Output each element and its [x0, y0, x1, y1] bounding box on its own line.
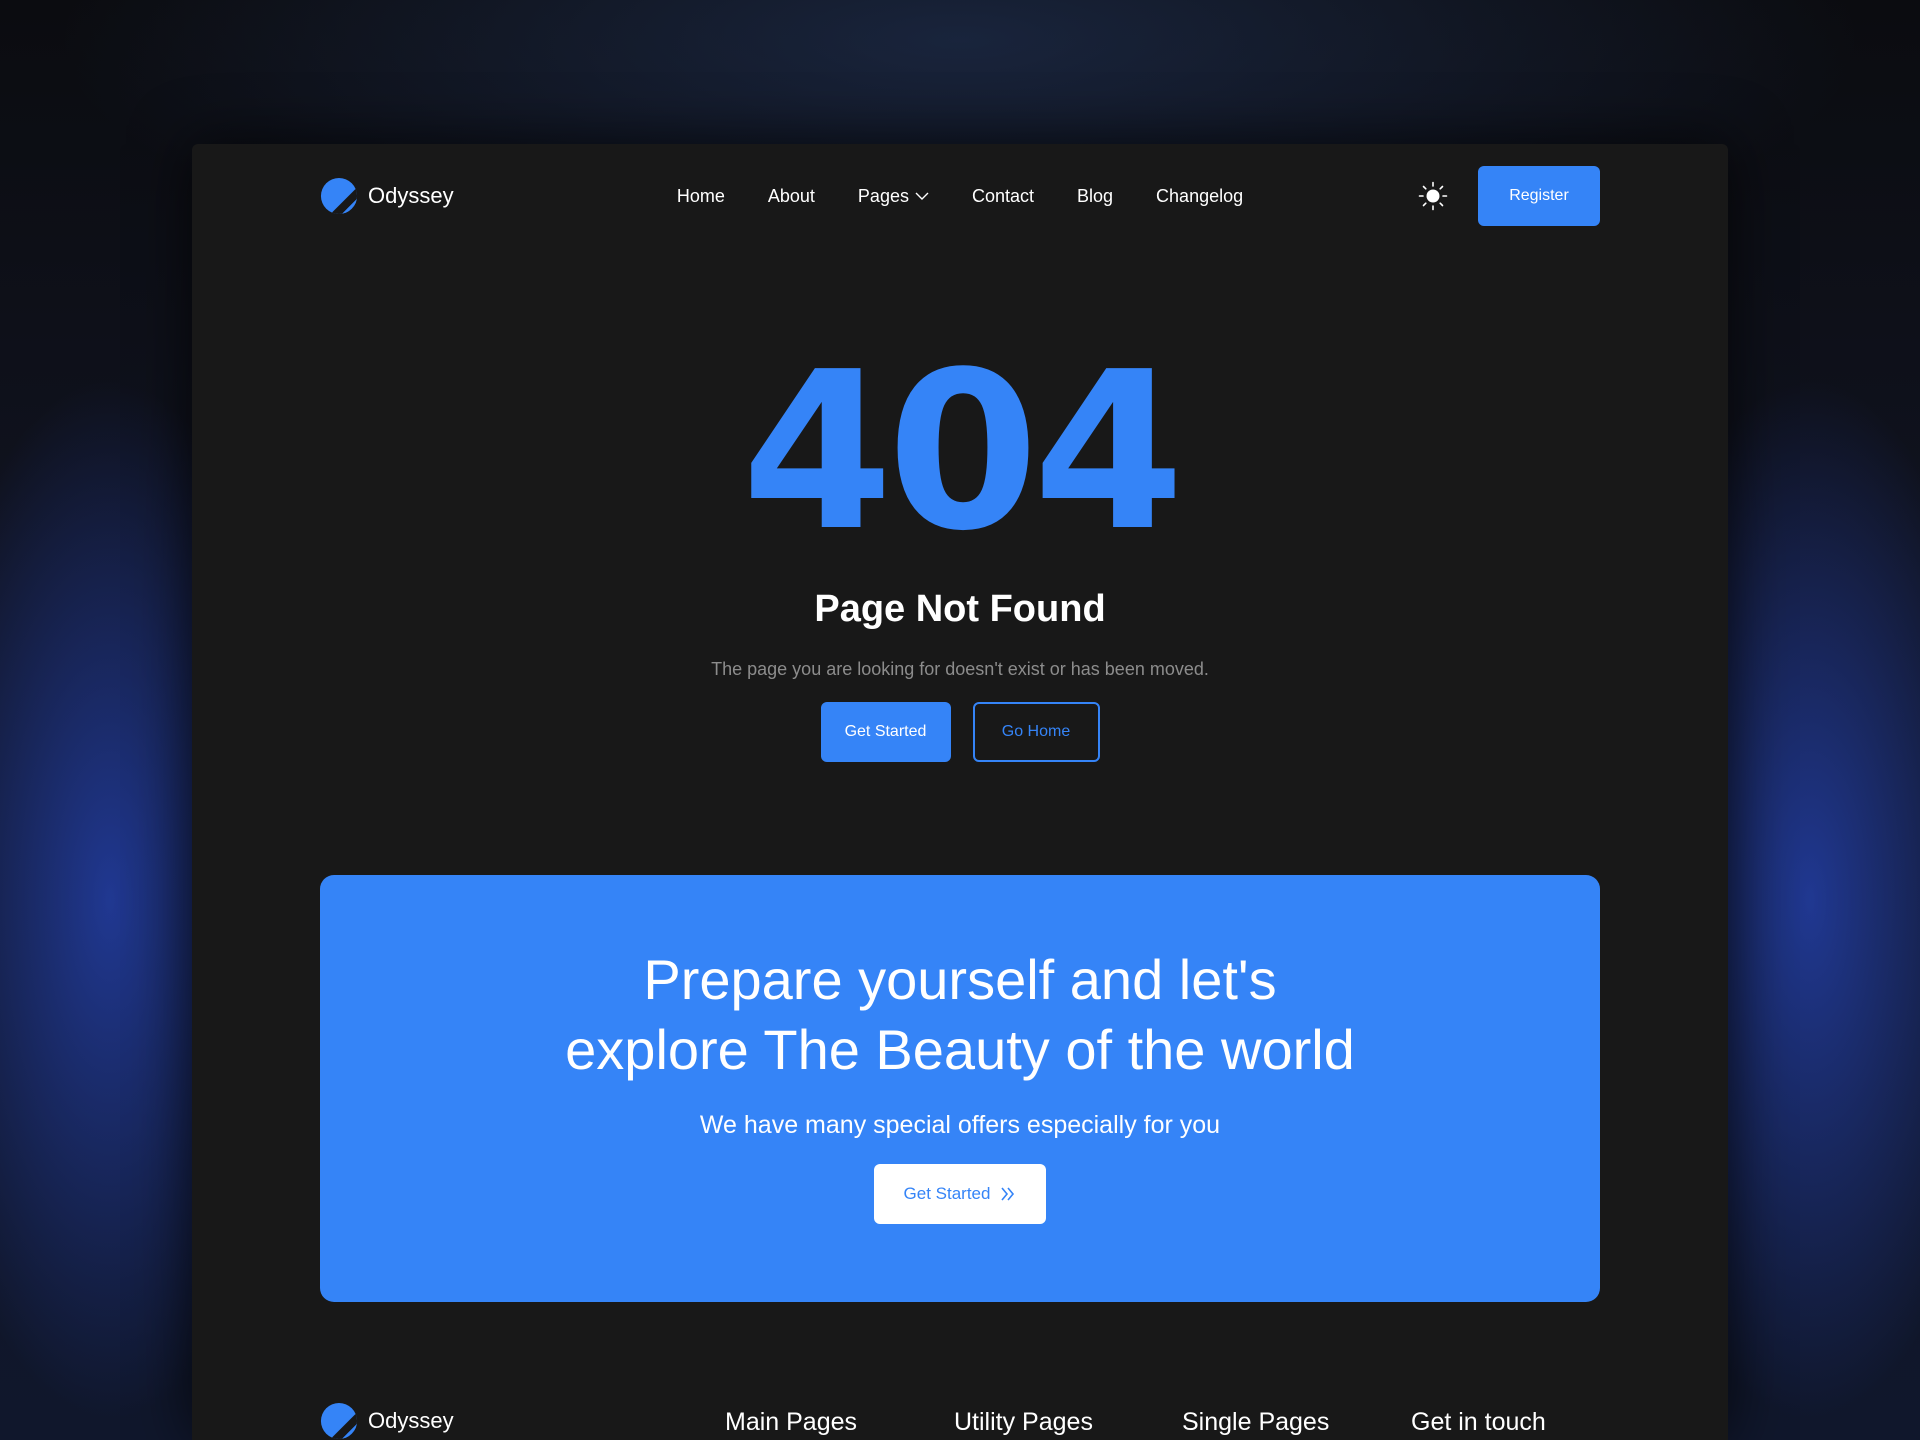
register-button[interactable]: Register: [1478, 166, 1600, 226]
footer-heading-single-pages: Single Pages: [1182, 1408, 1330, 1436]
brand-name: Odyssey: [368, 183, 454, 208]
footer-heading-get-in-touch: Get in touch: [1411, 1408, 1546, 1436]
double-chevron-right-icon: [1001, 1187, 1015, 1201]
cta-button-label: Get Started: [903, 1184, 991, 1203]
error-code: 404: [741, 326, 1184, 579]
get-started-button[interactable]: Get Started: [820, 702, 951, 762]
odyssey-logo-icon: [320, 1402, 358, 1440]
navbar: Odyssey Home About Pages Contact Blog Ch…: [320, 166, 1600, 226]
footer-brand-name: Odyssey: [368, 1408, 454, 1433]
cta-banner: Prepare yourself and let's explore The B…: [320, 875, 1600, 1302]
footer-heading-utility-pages: Utility Pages: [954, 1408, 1093, 1436]
nav-item-changelog[interactable]: Changelog: [1156, 186, 1243, 207]
cta-subtitle: We have many special offers especially f…: [699, 1111, 1221, 1139]
sun-icon: [1418, 181, 1448, 211]
hero-actions: Get Started Go Home: [192, 702, 1728, 762]
chevron-down-icon: [915, 192, 929, 200]
nav-item-contact[interactable]: Contact: [972, 186, 1034, 207]
footer-brand-link[interactable]: Odyssey: [320, 1402, 454, 1440]
cta-heading: Prepare yourself and let's explore The B…: [320, 945, 1600, 1085]
nav-item-pages-label: Pages: [857, 185, 909, 206]
footer-heading-main-pages: Main Pages: [725, 1408, 858, 1436]
cta-get-started-button[interactable]: Get Started: [874, 1164, 1046, 1224]
page-title: Page Not Found: [814, 588, 1106, 630]
nav-item-pages[interactable]: Pages: [858, 186, 929, 207]
nav-item-about[interactable]: About: [768, 186, 815, 207]
theme-toggle[interactable]: [1418, 181, 1448, 211]
nav-item-home[interactable]: Home: [677, 186, 725, 207]
nav-actions: Register: [1418, 166, 1600, 226]
not-found-hero: 404 Page Not Found The page you are look…: [192, 344, 1728, 762]
footer: Odyssey Main Pages Utility Pages Single …: [320, 1402, 1600, 1440]
cta-heading-line-1: Prepare yourself and let's: [643, 948, 1277, 1011]
main-menu: Home About Pages Contact Blog Changelog: [320, 166, 1600, 226]
go-home-button[interactable]: Go Home: [972, 702, 1100, 762]
error-description: The page you are looking for doesn't exi…: [711, 659, 1209, 679]
cta-heading-line-2: explore The Beauty of the world: [565, 1018, 1355, 1081]
browser-frame: Odyssey Home About Pages Contact Blog Ch…: [192, 144, 1728, 1440]
brand-logo-link[interactable]: Odyssey: [320, 177, 454, 215]
odyssey-logo-icon: [320, 177, 358, 215]
nav-item-blog[interactable]: Blog: [1077, 186, 1113, 207]
